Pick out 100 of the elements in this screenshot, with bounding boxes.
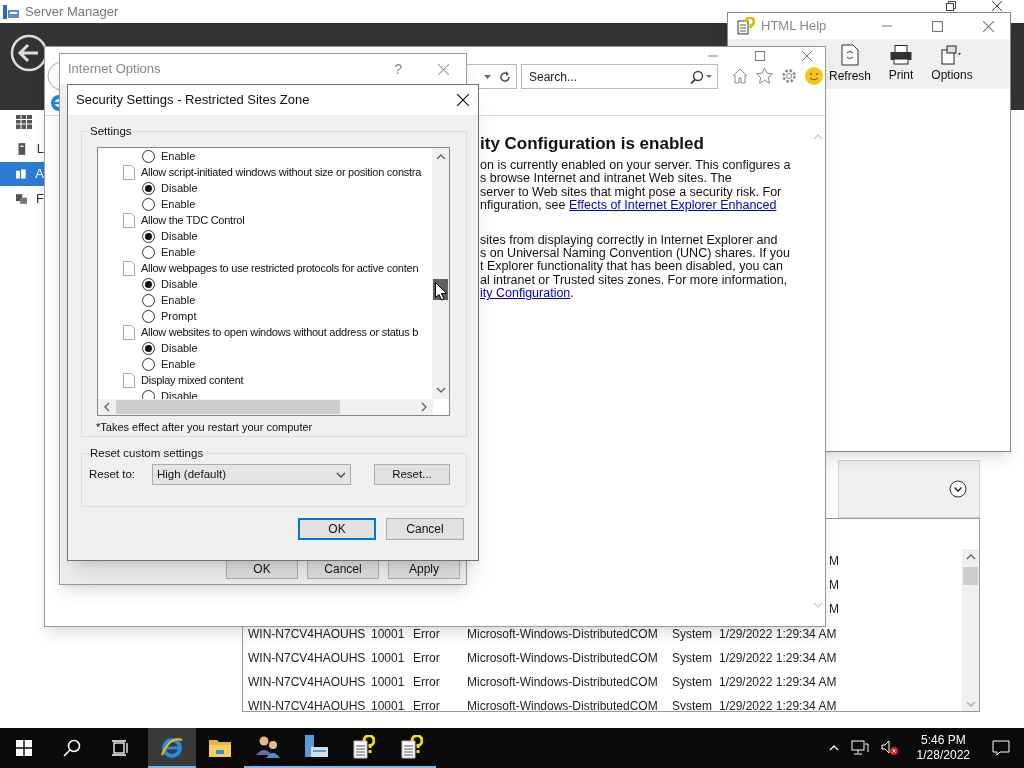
dialog-button[interactable]: OK — [226, 559, 298, 579]
radio-option[interactable]: Enable — [142, 195, 196, 213]
chevron-down-icon[interactable] — [435, 386, 446, 394]
help-file-icon — [737, 17, 755, 35]
reset-button[interactable]: Reset... — [374, 464, 450, 485]
servers-icon — [16, 167, 27, 181]
setting-label: Allow script-initiated windows without size or position constra — [141, 164, 422, 180]
table-cell: Microsoft-Windows-DistributedCOM — [467, 651, 658, 665]
task-view-icon[interactable] — [111, 740, 129, 756]
home-icon[interactable] — [731, 67, 749, 85]
star-icon[interactable] — [755, 67, 774, 85]
settings-icon[interactable] — [780, 67, 798, 85]
table-cell: Error — [413, 627, 440, 641]
volume-muted-icon[interactable] — [880, 740, 899, 756]
radio-button[interactable] — [142, 341, 155, 355]
search-icon[interactable] — [63, 739, 81, 757]
notification-icon[interactable] — [992, 740, 1010, 756]
radio-button[interactable] — [142, 197, 155, 211]
restore-icon[interactable] — [946, 1, 956, 11]
help-file-icon[interactable] — [353, 735, 375, 759]
windows-logo-icon[interactable] — [16, 740, 32, 756]
sidebar-item[interactable]: A — [0, 162, 44, 186]
close-icon[interactable] — [457, 94, 469, 106]
table-cell: System — [672, 627, 712, 641]
sidebar-label: F — [36, 190, 44, 209]
maximize-icon[interactable] — [932, 20, 943, 32]
scroll-thumb[interactable] — [963, 567, 978, 585]
radio-option[interactable]: Enable — [142, 291, 196, 309]
radio-button[interactable] — [142, 229, 155, 243]
radio-button[interactable] — [142, 293, 155, 307]
smiley-icon[interactable] — [804, 66, 824, 86]
dialog-button[interactable]: OK — [298, 518, 376, 540]
dialog-button[interactable]: Apply — [388, 559, 460, 579]
scroll-thumb[interactable] — [116, 400, 340, 414]
clock-date[interactable]: 1/28/2022 — [916, 748, 970, 763]
dialog-button[interactable]: Cancel — [386, 518, 464, 540]
dropdown[interactable]: High (default) — [152, 464, 351, 485]
radio-option[interactable]: Disable — [142, 275, 198, 293]
refresh-icon — [841, 43, 859, 66]
link[interactable]: Effects of Internet Explorer Enhanced — [568, 199, 777, 213]
radio-button[interactable] — [142, 181, 155, 195]
folder-icon[interactable] — [208, 738, 232, 758]
chevron-down-icon[interactable] — [336, 470, 346, 479]
dialog-title: Internet Options — [68, 60, 161, 79]
vertical-scrollbar[interactable] — [432, 148, 449, 399]
text-line: s browse Internet and intranet Web sites. The — [480, 172, 732, 186]
sidebar-item[interactable]: F — [0, 187, 44, 211]
help-button[interactable]: ? — [394, 58, 402, 80]
table-cell: 10001 — [371, 627, 405, 641]
radio-option[interactable]: Disable — [142, 339, 198, 357]
search-icon[interactable] — [690, 69, 712, 84]
table-cell: WIN-N7CV4HAOUHS — [248, 675, 366, 689]
table-cell: 1/29/2022 1:29:34 AM — [719, 675, 837, 689]
text-line: on is currently enabled on your server. This configures a — [480, 159, 791, 173]
table-cell: System — [672, 651, 712, 665]
close-icon[interactable] — [992, 1, 1002, 11]
radio-option[interactable]: Enable — [142, 148, 196, 165]
toolbar-button[interactable]: Refresh — [826, 43, 874, 85]
radio-button[interactable] — [142, 309, 155, 323]
radio-button[interactable] — [142, 245, 155, 259]
chevron-right-icon[interactable] — [420, 402, 428, 412]
browser-icon[interactable] — [160, 735, 184, 759]
server-icon — [16, 142, 28, 156]
server-icon[interactable] — [303, 735, 329, 759]
window-title: HTML Help — [761, 17, 827, 36]
radio-button[interactable] — [142, 277, 155, 291]
radio-button[interactable] — [142, 357, 155, 371]
table-cell-text: M — [829, 577, 839, 594]
toolbar-button[interactable]: Print — [877, 44, 925, 84]
dialog-button[interactable]: Cancel — [307, 559, 379, 579]
sidebar-item[interactable]: L — [0, 137, 44, 161]
expand-icon[interactable] — [949, 480, 967, 498]
table-cell-text: M — [829, 601, 839, 618]
refresh-icon[interactable] — [499, 70, 511, 83]
toolbar-button[interactable]: Options — [928, 44, 976, 84]
scrollbar[interactable] — [962, 549, 979, 711]
table-cell: Error — [413, 651, 440, 665]
table-cell: 10001 — [371, 651, 405, 665]
radio-option[interactable]: Disable — [142, 227, 198, 245]
table-cell: Error — [413, 675, 440, 689]
radio-option[interactable]: Disable — [142, 179, 198, 197]
radio-button[interactable] — [142, 149, 155, 163]
search-field[interactable]: Search... — [521, 64, 718, 89]
table-cell: Svstem — [672, 699, 712, 711]
maximize-icon[interactable] — [755, 51, 765, 61]
text-line: t Explorer functionality that has been disabled, you can — [480, 260, 783, 274]
sidebar-label: A — [35, 165, 44, 184]
network-icon[interactable] — [850, 740, 869, 756]
help-file-icon[interactable] — [401, 735, 423, 759]
table-cell: Microsoft-Windows-DistributedCOM — [467, 675, 658, 689]
radio-option[interactable]: Prompt — [142, 307, 197, 325]
clock-time[interactable]: 5:46 PM — [920, 733, 966, 748]
table-cell: 1/29/2022 1:29:34 AM — [719, 651, 837, 665]
chevron-left-icon[interactable] — [103, 402, 111, 412]
users-icon[interactable] — [255, 735, 281, 759]
text-line: s on Universal Naming Convention (UNC) shares. If you — [480, 247, 791, 261]
document-icon — [123, 212, 135, 228]
radio-option[interactable]: Enable — [142, 243, 196, 261]
dropdown-icon[interactable] — [484, 74, 491, 79]
radio-option[interactable]: Enable — [142, 355, 196, 373]
